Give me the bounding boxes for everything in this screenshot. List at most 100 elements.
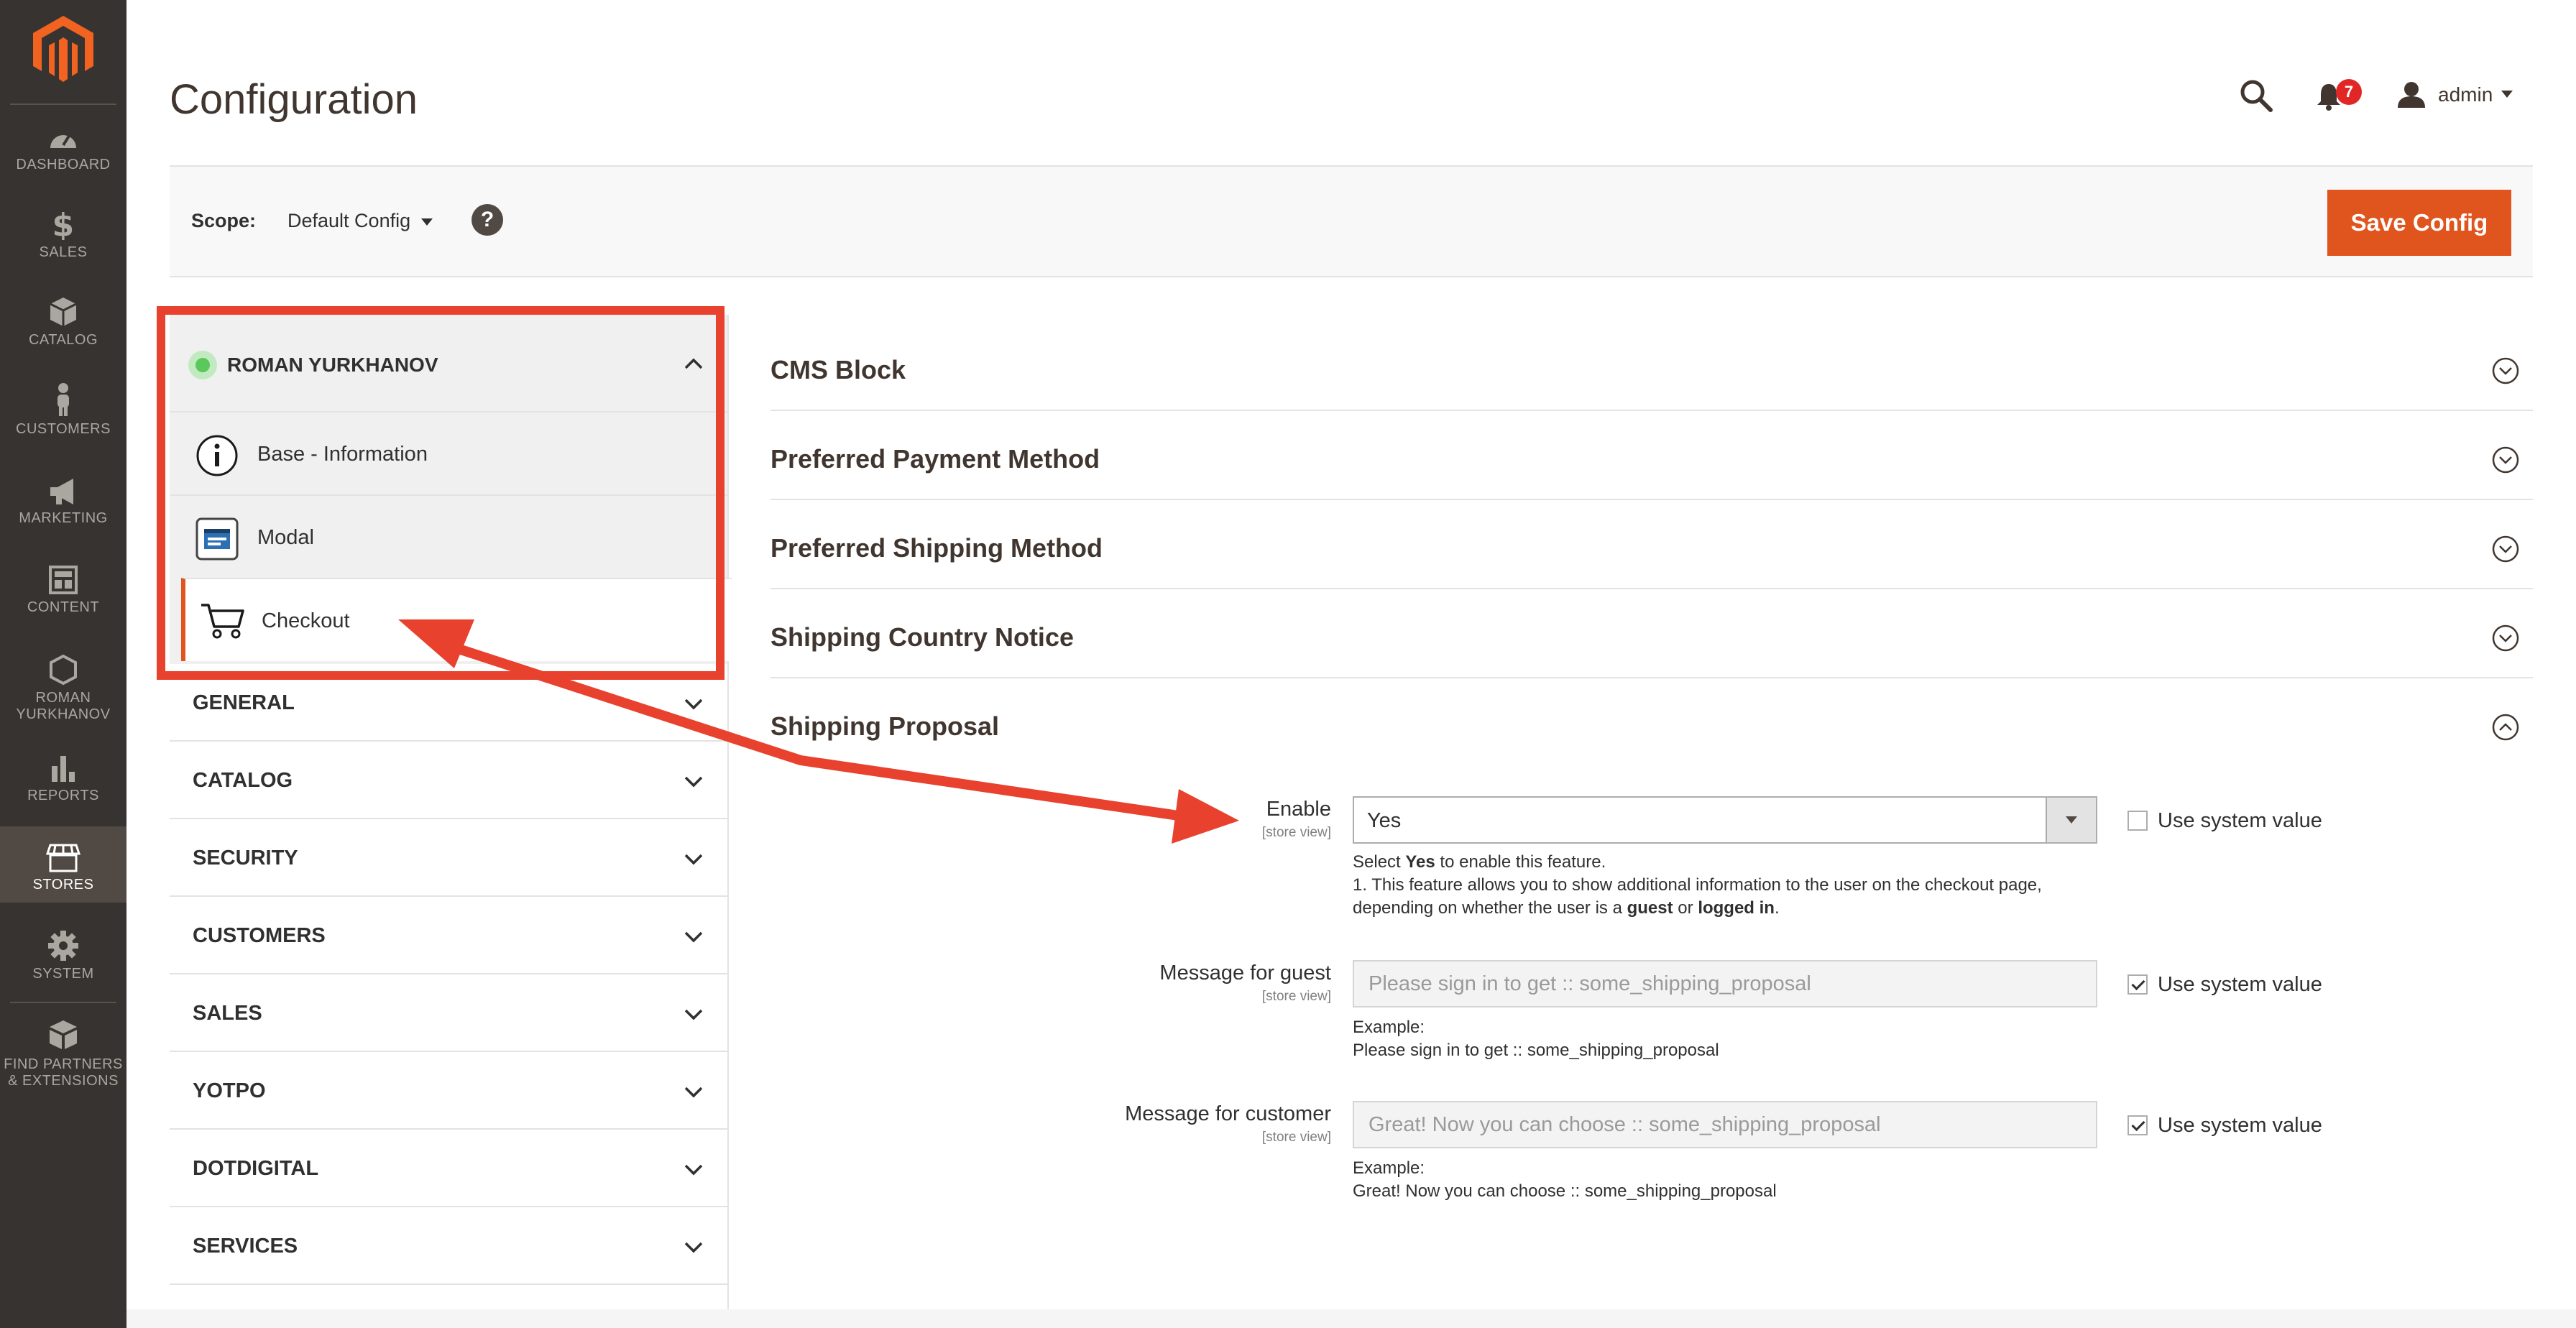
tab-checkout[interactable]: Checkout	[181, 578, 732, 661]
tab-group-dotdigital[interactable]: DOTDIGITAL	[170, 1130, 727, 1207]
collapse-toggle-icon[interactable]	[2491, 713, 2520, 742]
status-dot-icon	[188, 351, 217, 379]
sidebar-item-label: STORES	[32, 877, 94, 893]
sidebar-item-sales[interactable]: $ SALES	[0, 208, 126, 266]
save-config-button[interactable]: Save Config	[2327, 190, 2511, 256]
tab-group-yotpo[interactable]: YOTPO	[170, 1052, 727, 1130]
chevron-down-icon	[684, 776, 703, 788]
tab-group-catalog[interactable]: CATALOG	[170, 742, 727, 819]
cart-icon	[201, 604, 244, 639]
tab-base-information[interactable]: Base - Information	[170, 411, 727, 494]
section-preferred-payment-method[interactable]: Preferred Payment Method	[770, 411, 2533, 500]
tab-group-label: CUSTOMERS	[193, 924, 326, 947]
notification-badge[interactable]: 7	[2336, 79, 2362, 105]
user-icon[interactable]	[2396, 80, 2426, 109]
sidebar-item-label: ROMAN	[35, 690, 91, 706]
guest-message-label: Message for guest	[1159, 962, 1331, 985]
blocks-icon	[50, 1020, 77, 1049]
chevron-down-icon	[684, 1164, 703, 1176]
tab-modal[interactable]: Modal	[170, 494, 727, 578]
section-title: Shipping Proposal	[770, 711, 1000, 741]
info-icon	[196, 435, 238, 476]
sidebar-item-label: CATALOG	[28, 332, 98, 348]
sidebar-item-label: REPORTS	[27, 788, 99, 803]
sidebar-item-label: SYSTEM	[32, 966, 94, 982]
tab-label: Checkout	[262, 609, 350, 632]
section-shipping-proposal[interactable]: Shipping Proposal	[770, 678, 2533, 766]
tab-group-general[interactable]: GENERAL	[170, 664, 727, 742]
tab-label: Base - Information	[257, 443, 428, 466]
sidebar-item-content[interactable]: CONTENT	[0, 565, 126, 622]
guest-example: Example: Please sign in to get :: some_s…	[1353, 1018, 1719, 1060]
tab-group-customers[interactable]: CUSTOMERS	[170, 897, 727, 974]
search-icon[interactable]	[2240, 79, 2273, 112]
tab-group-label: SALES	[193, 1002, 262, 1025]
vendor-tab-title[interactable]: ROMAN YURKHANOV	[227, 354, 438, 377]
use-system-label: Use system value	[2158, 809, 2322, 832]
use-system-label: Use system value	[2158, 1114, 2322, 1137]
section-title: Shipping Country Notice	[770, 622, 1074, 652]
tab-group-services[interactable]: SERVICES	[170, 1207, 727, 1285]
sidebar-item-catalog[interactable]: CATALOG	[0, 296, 126, 354]
hexagon-icon	[50, 654, 77, 686]
sidebar-divider	[10, 103, 116, 105]
customer-message-input[interactable]	[1353, 1101, 2097, 1148]
sidebar-item-system[interactable]: SYSTEM	[0, 930, 126, 987]
chevron-down-icon[interactable]	[421, 218, 433, 226]
customer-message-scope: [store view]	[1261, 1130, 1331, 1145]
sidebar-item-dashboard[interactable]: DASHBOARD	[0, 124, 126, 181]
sidebar-item-label: SALES	[39, 244, 88, 260]
bar-chart-icon	[52, 756, 75, 782]
sidebar-item-label: & EXTENSIONS	[8, 1073, 119, 1089]
enable-label: Enable	[1266, 798, 1331, 821]
chevron-down-icon	[684, 931, 703, 943]
expand-toggle-icon[interactable]	[2491, 535, 2520, 563]
section-title: CMS Block	[770, 355, 906, 384]
sidebar-item-reports[interactable]: REPORTS	[0, 753, 126, 811]
sidebar-item-label: CUSTOMERS	[16, 421, 111, 437]
svg-text:$: $	[52, 208, 74, 240]
chevron-down-icon[interactable]	[2501, 91, 2513, 98]
tab-group-sales[interactable]: SALES	[170, 974, 727, 1052]
sidebar-item-customers[interactable]: CUSTOMERS	[0, 382, 126, 440]
sidebar-item-roman-yurkhanov[interactable]: ROMAN YURKHANOV	[0, 654, 126, 729]
modal-icon	[196, 517, 239, 561]
sidebar-item-marketing[interactable]: MARKETING	[0, 477, 126, 535]
gear-icon	[48, 931, 78, 961]
section-cms-block[interactable]: CMS Block	[770, 322, 2533, 411]
person-icon	[58, 383, 69, 416]
chevron-up-icon[interactable]	[683, 354, 704, 375]
megaphone-icon	[50, 479, 73, 504]
sidebar-item-find-partners[interactable]: FIND PARTNERS & EXTENSIONS	[0, 1019, 126, 1094]
sidebar-item-label: FIND PARTNERS	[4, 1056, 123, 1072]
expand-toggle-icon[interactable]	[2491, 624, 2520, 653]
dollar-icon: $	[52, 208, 74, 240]
magento-logo-icon[interactable]	[33, 16, 93, 83]
tab-group-label: SERVICES	[193, 1235, 298, 1258]
enable-select[interactable]: Yes	[1353, 796, 2097, 844]
admin-user-menu[interactable]: admin	[2438, 83, 2493, 106]
expand-toggle-icon[interactable]	[2491, 446, 2520, 474]
guest-message-input[interactable]	[1353, 960, 2097, 1007]
chevron-down-icon	[684, 1242, 703, 1253]
tab-group-security[interactable]: SECURITY	[170, 819, 727, 897]
use-system-checkbox[interactable]	[2128, 974, 2148, 995]
help-icon[interactable]: ?	[472, 204, 503, 236]
guest-message-scope: [store view]	[1261, 989, 1331, 1004]
expand-toggle-icon[interactable]	[2491, 356, 2520, 385]
section-title: Preferred Payment Method	[770, 444, 1100, 474]
chevron-down-icon[interactable]	[2046, 798, 2096, 842]
use-system-checkbox[interactable]	[2128, 811, 2148, 831]
admin-sidebar: DASHBOARD $ SALES CATALOG CUSTOMERS MARK…	[0, 0, 126, 1328]
sidebar-item-stores[interactable]: STORES	[0, 826, 126, 903]
section-shipping-country-notice[interactable]: Shipping Country Notice	[770, 589, 2533, 678]
tab-label: Modal	[257, 526, 314, 549]
page-title: Configuration	[170, 76, 418, 123]
section-preferred-shipping-method[interactable]: Preferred Shipping Method	[770, 500, 2533, 589]
scope-switcher[interactable]: Default Config	[288, 210, 410, 232]
sidebar-item-label: DASHBOARD	[16, 157, 111, 172]
scope-label: Scope:	[191, 210, 257, 231]
section-title: Preferred Shipping Method	[770, 533, 1103, 563]
use-system-checkbox[interactable]	[2128, 1115, 2148, 1135]
layout-icon	[49, 566, 78, 594]
